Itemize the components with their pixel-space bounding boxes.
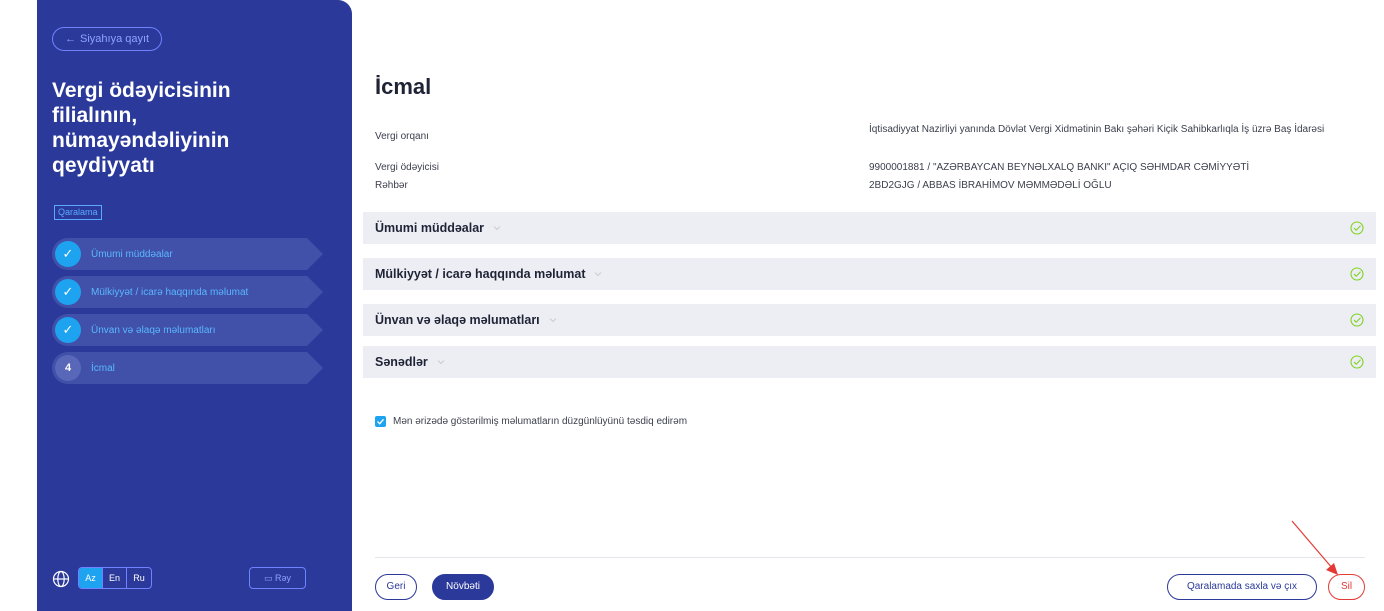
check-icon: ✓ bbox=[55, 279, 81, 305]
info-value-director: 2BD2GJG / ABBAS İBRAHİMOV MƏMMƏDƏLİ OĞLU bbox=[869, 180, 1112, 191]
confirm-label: Mən ərizədə göstərilmiş məlumatların düz… bbox=[393, 416, 688, 427]
footer-divider bbox=[375, 557, 1365, 558]
lang-ru-button[interactable]: Ru bbox=[127, 568, 151, 588]
check-circle-icon bbox=[1350, 267, 1364, 281]
save-draft-exit-button[interactable]: Qaralamada saxla və çıx bbox=[1167, 574, 1317, 600]
section-label: Ümumi müddəalar bbox=[375, 221, 485, 235]
check-circle-icon bbox=[1350, 313, 1364, 327]
lang-az-button[interactable]: Az bbox=[79, 568, 103, 588]
info-value-tax-authority: İqtisadiyyat Nazirliyi yanında Dövlət Ve… bbox=[869, 124, 1325, 135]
sidebar-footer: Az En Ru ▭ Rəy bbox=[52, 567, 307, 591]
step-address-contact[interactable]: ✓ Ünvan və əlaqə məlumatları bbox=[52, 314, 323, 346]
info-label-tax-authority: Vergi orqanı bbox=[375, 131, 429, 142]
arrow-left-icon: ← bbox=[65, 33, 76, 45]
lang-en-button[interactable]: En bbox=[103, 568, 127, 588]
check-circle-icon bbox=[1350, 221, 1364, 235]
check-icon: ✓ bbox=[55, 317, 81, 343]
sidebar-title: Vergi ödəyicisinin filialının, nümayəndə… bbox=[52, 79, 231, 177]
section-documents[interactable]: Sənədlər bbox=[363, 346, 1376, 378]
page-title: İcmal bbox=[375, 74, 432, 99]
chevron-down-icon bbox=[549, 318, 557, 323]
chevron-down-icon bbox=[493, 226, 501, 231]
section-ownership-info[interactable]: Mülkiyyət / icarə haqqında məlumat bbox=[363, 258, 1376, 290]
step-label: Ümumi müddəalar bbox=[91, 248, 173, 260]
comment-icon: ▭ bbox=[263, 573, 273, 583]
chevron-down-icon bbox=[595, 272, 602, 277]
check-icon: ✓ bbox=[55, 241, 81, 267]
step-label: Mülkiyyət / icarə haqqında məlumat bbox=[91, 286, 249, 298]
globe-icon bbox=[52, 570, 70, 588]
info-label-director: Rəhbər bbox=[375, 180, 408, 191]
step-ownership-info[interactable]: ✓ Mülkiyyət / icarə haqqında məlumat bbox=[52, 276, 323, 308]
section-label: Ünvan və əlaqə məlumatları bbox=[375, 313, 540, 327]
section-label: Sənədlər bbox=[375, 355, 428, 369]
delete-button[interactable]: Sil bbox=[1328, 574, 1365, 600]
chevron-down-icon bbox=[437, 360, 445, 365]
draft-status-badge: Qaralama bbox=[54, 205, 102, 220]
step-label: İcmal bbox=[91, 362, 115, 374]
section-label: Mülkiyyət / icarə haqqında məlumat bbox=[375, 267, 586, 281]
section-general-provisions[interactable]: Ümumi müddəalar bbox=[363, 212, 1376, 244]
check-circle-icon bbox=[1350, 355, 1364, 369]
feedback-button[interactable]: ▭ Rəy bbox=[249, 567, 306, 589]
info-value-taxpayer: 9900001881 / "AZƏRBAYCAN BEYNƏLXALQ BANK… bbox=[869, 162, 1250, 173]
language-switcher: Az En Ru bbox=[78, 567, 152, 589]
next-button[interactable]: Növbəti bbox=[432, 574, 494, 600]
step-number: 4 bbox=[55, 355, 81, 381]
feedback-label: Rəy bbox=[275, 573, 292, 583]
stepper: ✓ Ümumi müddəalar ✓ Mülkiyyət / icarə ha… bbox=[52, 238, 323, 390]
confirm-checkbox[interactable] bbox=[375, 416, 386, 427]
sidebar: ← Siyahıya qayıt Vergi ödəyicisinin filia… bbox=[37, 0, 352, 611]
info-label-taxpayer: Vergi ödəyicisi bbox=[375, 162, 439, 173]
confirm-row: Mən ərizədə göstərilmiş məlumatların düz… bbox=[375, 416, 687, 427]
back-to-list-label: Siyahıya qayıt bbox=[80, 33, 150, 45]
back-to-list-button[interactable]: ← Siyahıya qayıt bbox=[52, 27, 163, 51]
back-button[interactable]: Geri bbox=[375, 574, 417, 600]
check-icon bbox=[377, 418, 385, 425]
step-general-provisions[interactable]: ✓ Ümumi müddəalar bbox=[52, 238, 323, 270]
section-address-contact[interactable]: Ünvan və əlaqə məlumatları bbox=[363, 304, 1376, 336]
step-summary[interactable]: 4 İcmal bbox=[52, 352, 323, 384]
step-label: Ünvan və əlaqə məlumatları bbox=[91, 324, 216, 336]
